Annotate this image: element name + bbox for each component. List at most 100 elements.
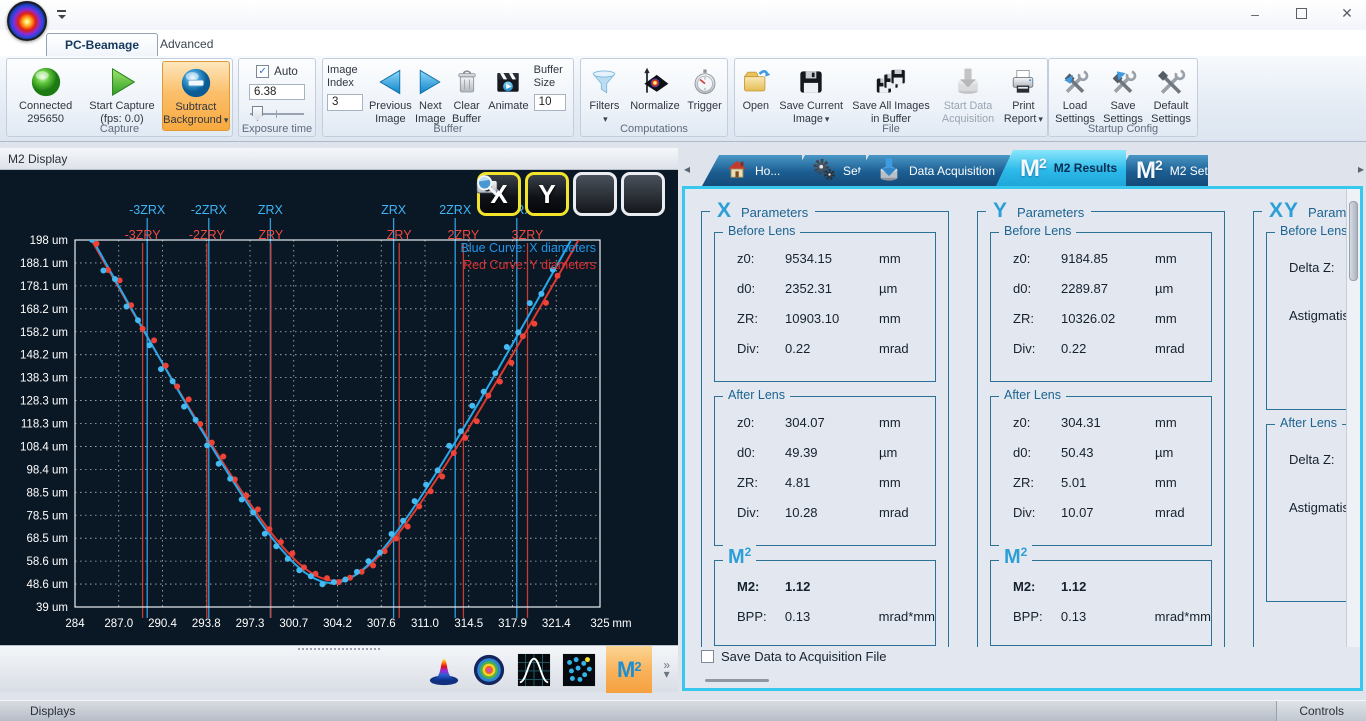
display-m2-button[interactable]: M2 [606,646,652,693]
svg-text:304.2: 304.2 [323,618,352,630]
x-data-point [527,300,533,306]
save-all-images-button[interactable]: Save All Images in Buffer [848,61,934,125]
print-report-button[interactable]: Print Report▾ [1002,61,1045,125]
svg-text:Blue Curve: X diameters: Blue Curve: X diameters [461,241,596,255]
save-settings-button[interactable]: Save Settings [1099,61,1147,125]
y-data-point [520,333,526,339]
section-before-lens: Before LensDelta Z:Astigmatism [1266,232,1346,410]
image-index-input[interactable]: 3 [327,94,363,111]
printer-icon [1007,63,1039,100]
m2-logo-icon: M2 [617,659,642,681]
horizontal-scrollbar[interactable] [685,674,1346,688]
tab-scroll-left-button[interactable]: ◂ [684,162,690,176]
section-m2: M2M2:1.12BPP:0.13mrad*mm [990,560,1212,646]
subtract-background-button[interactable]: Subtract Background▾ [162,61,230,131]
floppy-stack-icon [873,63,909,100]
y-data-point [439,474,445,480]
auto-exposure-checkbox[interactable]: ✓ Auto [256,65,298,78]
display-2d-view-button[interactable] [471,652,507,688]
maximize-button[interactable] [1292,6,1310,22]
param-row: Div:10.07mrad [991,497,1211,527]
filters-button[interactable]: Filters ▾ [583,61,626,125]
param-row: d0:50.43µm [991,437,1211,467]
slider-thumb[interactable] [252,106,263,121]
zoom-button[interactable] [621,172,665,216]
svg-text:307.6: 307.6 [367,618,396,630]
status-bar: Displays Controls [0,700,1366,721]
m2-icon: M2 [1136,158,1163,183]
app-logo-icon[interactable] [7,1,47,41]
x-data-point [112,276,118,282]
parameters-column-x: XParametersBefore Lensz0:9534.15mmd0:235… [701,211,949,647]
param-row: Div:0.22mrad [715,333,935,363]
buffer-size-input[interactable]: 10 [534,94,566,111]
ribbon-tab-advanced[interactable]: Advanced [142,33,231,56]
param-row: ZR:10903.10mm [715,303,935,333]
axis-label-icon: Y [993,199,1008,223]
svg-text:128.3 um: 128.3 um [20,396,68,408]
param-row: d0:2289.87µm [991,273,1211,303]
connected-button[interactable]: Connected 295650 [9,61,82,125]
vertical-scrollbar[interactable] [1346,189,1360,647]
trigger-button[interactable]: Trigger [684,61,725,113]
trash-icon [452,63,482,100]
results-tab-strip: ◂ Ho...Set...Data AcquisitionM2M2 Result… [682,150,1366,186]
m2-caustic-chart[interactable]: -3ZRX-2ZRXZRXZRX2ZRX3ZRX-3ZRY-2ZRYZRYZRY… [0,170,678,645]
svg-text:ZRX: ZRX [258,203,284,217]
y-data-point [289,550,295,556]
display-3d-view-button[interactable] [426,652,462,688]
param-row: M2:1.12 [991,571,1211,601]
vertical-scrollbar-thumb[interactable] [1349,201,1358,281]
previous-image-button[interactable]: Previous Image [368,61,413,125]
svg-text:317.9: 317.9 [498,618,527,630]
svg-text:108.4 um: 108.4 um [20,441,68,453]
param-row: d0:49.39µm [715,437,935,467]
splitter-grip[interactable] [298,648,380,650]
ribbon: Connected 295650 Start Capture (fps: 0.0… [0,56,1366,142]
param-row: z0:304.31mm [991,407,1211,437]
quick-access-arrow-icon[interactable] [56,9,68,21]
x-data-point [135,317,141,323]
results-tab-ho[interactable]: Ho... [702,155,802,186]
ribbon-group-startup: Load Settings Save Settings Default Sett… [1048,58,1198,137]
funnel-icon [588,63,620,100]
group-label-capture: Capture [7,123,232,135]
x-data-point [250,510,256,516]
results-tab-m2-set[interactable]: M2M2 Set... [1112,155,1208,186]
x-data-point [423,482,429,488]
save-current-image-button[interactable]: Save Current Image▾ [775,61,848,125]
svg-text:198 um: 198 um [30,235,68,247]
toggle-y-curve-button[interactable]: Y [525,172,569,216]
normalize-button[interactable]: Normalize [626,61,684,113]
tab-scroll-right-button[interactable]: ▸ [1358,162,1364,176]
animate-button[interactable]: Animate [485,61,531,113]
display-cross-section-button[interactable] [516,652,552,688]
open-button[interactable]: Open [737,61,775,113]
status-controls[interactable]: Controls [1276,701,1366,721]
default-settings-button[interactable]: Default Settings [1147,61,1195,125]
start-capture-button[interactable]: Start Capture (fps: 0.0) [82,61,161,125]
param-row: d0:2352.31µm [715,273,935,303]
exposure-slider[interactable] [250,106,304,120]
data-acquisition-icon [876,156,902,185]
screenshot-button[interactable] [573,172,617,216]
start-data-acquisition-button: Start Data Acquisition [934,61,1002,125]
save-data-checkbox[interactable]: Save Data to Acquisition File [701,649,886,664]
toolbar-overflow-button[interactable]: »▾ [663,661,670,679]
param-row: Div:10.28mrad [715,497,935,527]
results-tab-data-acquisition[interactable]: Data Acquisition [852,155,1010,186]
y-data-point [405,524,411,530]
section-m2: M2M2:1.12BPP:0.13mrad*mm [714,560,936,646]
close-button[interactable]: ✕ [1338,5,1356,22]
results-tab-m2-results[interactable]: M2M2 Results [996,150,1126,186]
status-displays[interactable]: Displays [0,704,75,718]
next-image-button[interactable]: Next Image [413,61,448,125]
x-data-point [239,497,245,503]
minimize-button[interactable]: – [1246,6,1264,22]
display-pointing-stability-button[interactable] [561,652,597,688]
load-settings-button[interactable]: Load Settings [1051,61,1099,125]
svg-text:168.2 um: 168.2 um [20,304,68,316]
horizontal-scrollbar-thumb[interactable] [705,679,769,682]
exposure-time-input[interactable]: 6.38 [249,84,305,100]
clear-buffer-button[interactable]: Clear Buffer [448,61,485,125]
